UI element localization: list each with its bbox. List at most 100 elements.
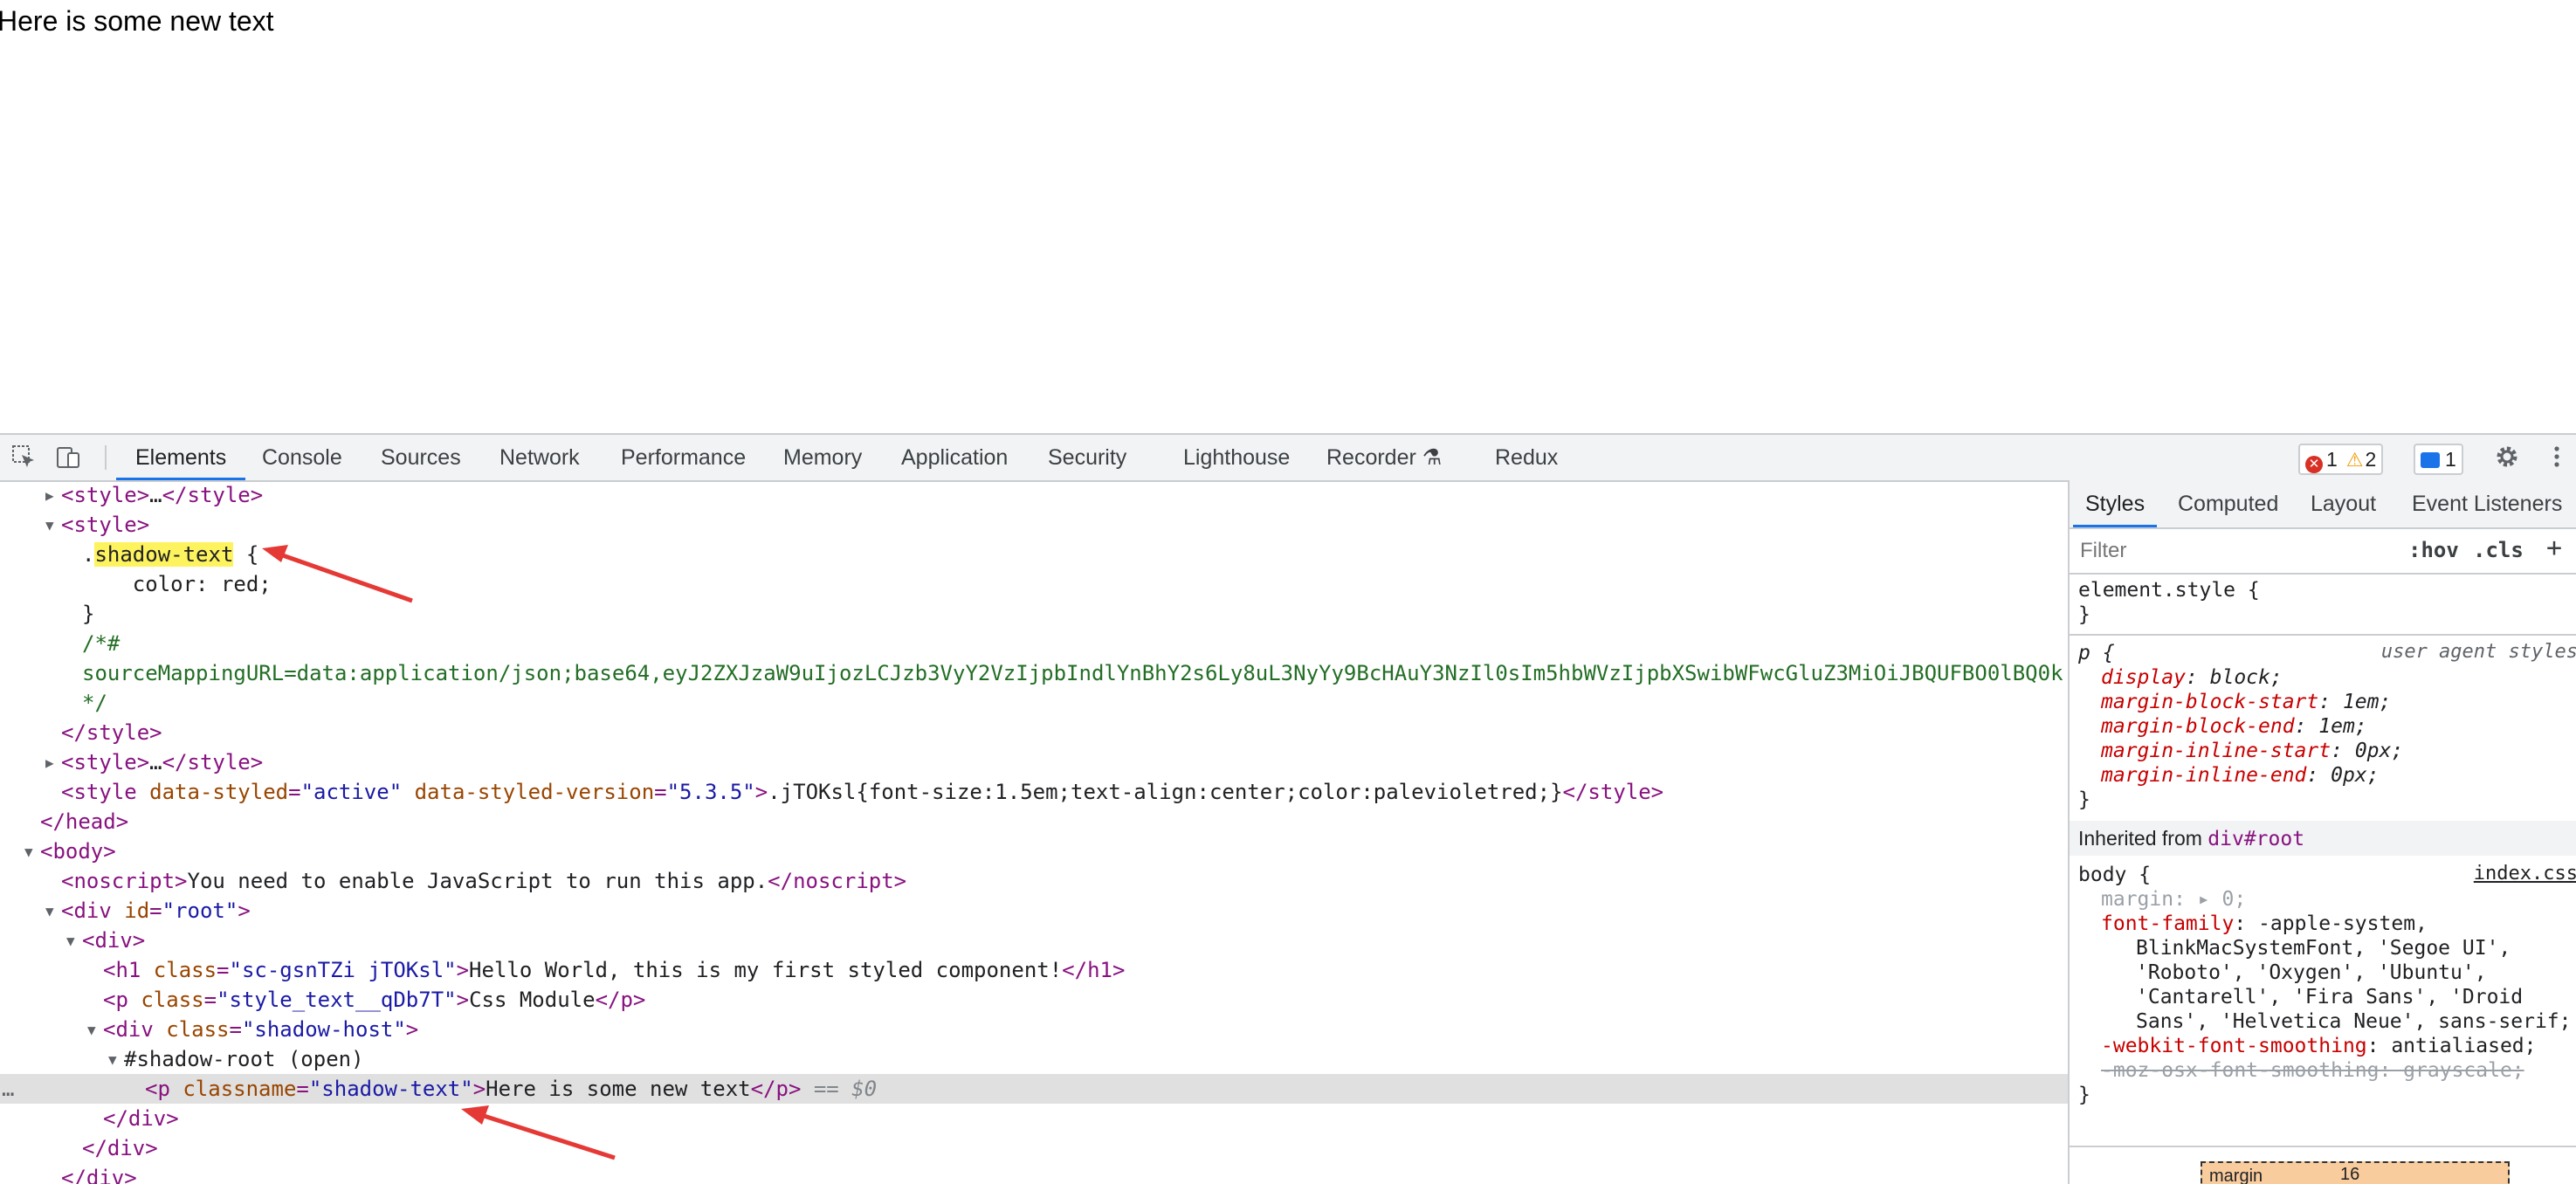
tab-recorder-label: Recorder [1326,445,1416,470]
devtools-toolbar: Elements Console Sources Network Perform… [0,433,2576,482]
tag-close: </noscript> [768,869,907,893]
tree-node[interactable]: ▼ <div> [0,926,2068,955]
tree-node[interactable]: ▼ <div id="root"> [0,896,2068,926]
tab-event-listeners[interactable]: Event Listeners [2412,480,2562,527]
tree-node[interactable]: </div> [0,1104,2068,1133]
tree-node[interactable]: ▶ <style>…</style> [0,480,2068,510]
tree-node[interactable]: <style data-styled="active" data-styled-… [0,777,2068,807]
expand-triangle-icon[interactable]: ▶ [45,748,61,778]
tree-node[interactable]: </head> [0,807,2068,836]
tab-styles[interactable]: Styles [2072,480,2158,527]
tree-node[interactable]: <noscript>You need to enable JavaScript … [0,866,2068,896]
tab-computed[interactable]: Computed [2178,480,2278,527]
tree-node-text[interactable]: sourceMappingURL=data:application/json;b… [0,658,2068,688]
box-model-margin-value[interactable]: 16 [2340,1165,2359,1184]
css-declaration[interactable]: margin-inline-end: 0px; [2101,763,2380,788]
attr-value: "active" [300,780,403,804]
rule-selector[interactable]: element.style { [2078,578,2260,602]
tab-application[interactable]: Application [901,435,1008,480]
tree-node[interactable]: ▼ <style> [0,510,2068,540]
tag-close: </div> [82,1136,158,1160]
tree-node-text[interactable]: } [0,599,2068,629]
collapse-triangle-icon[interactable]: ▼ [45,511,61,540]
tree-node[interactable]: ▼ <div class="shadow-host"> [0,1015,2068,1044]
attr-name: data-styled-version [414,780,655,804]
message-icon [2421,452,2440,468]
rule-selector[interactable]: p { [2078,641,2115,665]
messages-counter[interactable]: 1 [2414,444,2463,475]
css-value-continuation: 'Roboto', 'Oxygen', 'Ubuntu', [2136,961,2487,984]
tree-node[interactable]: <h1 class="sc-gsnTZi jTOKsl">Hello World… [0,955,2068,985]
tab-sources[interactable]: Sources [381,435,461,480]
tab-network[interactable]: Network [499,435,580,480]
attr-value: "5.3.5" [666,780,755,804]
tag-close: </div> [61,1166,137,1184]
hov-button[interactable]: :hov [2408,538,2459,562]
box-model-diagram[interactable]: margin 16 [2201,1161,2510,1184]
collapse-triangle-icon[interactable]: ▼ [108,1045,124,1075]
css-text: } [82,602,95,626]
new-style-rule-button[interactable]: + [2546,533,2562,563]
tag-open: <body> [40,839,116,864]
rule-origin: user agent styles [2380,641,2576,663]
tree-node-selected[interactable]: … <p classname="shadow-text">Here is some… [0,1074,2068,1104]
more-options-icon[interactable] [2548,444,2566,470]
attr-value: "style_text__qDb7T" [217,988,457,1012]
cls-button[interactable]: .cls [2473,538,2524,562]
gear-icon[interactable] [2494,444,2520,470]
css-declaration[interactable]: margin-block-end: 1em; [2101,714,2367,739]
tag-gt: > [472,1077,486,1101]
ellipsis-icon[interactable]: … [2,1074,14,1104]
tree-node[interactable]: </div> [0,1163,2068,1184]
tree-node[interactable]: ▶ <style>…</style> [0,747,2068,777]
tree-node[interactable]: </style> [0,718,2068,747]
inherited-from-link[interactable]: div#root [2208,828,2304,850]
tab-elements[interactable]: Elements [115,435,246,480]
tree-node-text[interactable]: .shadow-text { [0,540,2068,569]
tag-close: </div> [103,1106,179,1131]
rule-selector[interactable]: body { [2078,863,2151,887]
css-declaration[interactable]: -webkit-font-smoothing: antialiased; [2101,1034,2537,1058]
tab-layout[interactable]: Layout [2311,480,2376,527]
tree-node-text[interactable]: color: red; [0,569,2068,599]
tab-performance[interactable]: Performance [621,435,746,480]
tag-open: <style> [61,513,150,537]
tree-node[interactable]: <p class="style_text__qDb7T">Css Module<… [0,985,2068,1015]
rule-close: } [2078,1084,2090,1106]
css-declaration[interactable]: margin-inline-start: 0px; [2101,739,2403,763]
attr-name: data-styled [149,780,289,804]
tab-lighthouse[interactable]: Lighthouse [1183,435,1290,480]
tree-node-text[interactable]: */ [0,688,2068,718]
tab-redux[interactable]: Redux [1495,435,1558,480]
devtools-panel: Elements Console Sources Network Perform… [0,433,2576,1184]
tree-node[interactable]: </div> [0,1133,2068,1163]
css-declaration-invalid[interactable]: -moz-osx-font-smoothing: grayscale; [2101,1058,2524,1083]
tab-memory[interactable]: Memory [783,435,862,480]
css-declaration-overridden[interactable]: margin: ▸ 0; [2101,887,2246,912]
tab-security[interactable]: Security [1048,435,1126,480]
css-comment: */ [82,691,107,715]
inherited-header: Inherited from div#root [2070,821,2576,856]
tree-node-text[interactable]: /*# [0,629,2068,658]
rule-source-link[interactable]: index.css [2474,863,2576,885]
inspect-element-icon[interactable] [10,444,37,470]
collapse-triangle-icon[interactable]: ▼ [24,837,40,867]
css-declaration[interactable]: font-family: -apple-system, [2101,912,2428,936]
tree-node[interactable]: ▼ <body> [0,836,2068,866]
collapse-triangle-icon[interactable]: ▼ [45,897,61,926]
tree-node[interactable]: ▼ #shadow-root (open) [0,1044,2068,1074]
collapse-triangle-icon[interactable]: ▼ [66,926,82,956]
attr-name: class [153,958,217,982]
device-toolbar-icon[interactable] [56,444,82,470]
tab-recorder[interactable]: Recorder ⚗ [1326,435,1442,480]
attr-name: class [166,1017,230,1042]
collapse-triangle-icon[interactable]: ▼ [87,1015,103,1045]
tag-gt: > [238,898,251,923]
issues-counter[interactable]: ✕ 1 ⚠2 [2298,444,2384,475]
css-declaration[interactable]: margin-block-start: 1em; [2101,690,2391,714]
tab-console[interactable]: Console [262,435,342,480]
css-declaration[interactable]: display: block; [2101,665,2283,690]
inherited-label: Inherited from [2078,827,2208,850]
expand-triangle-icon[interactable]: ▶ [45,481,61,511]
styles-filter-input[interactable] [2078,536,2396,566]
